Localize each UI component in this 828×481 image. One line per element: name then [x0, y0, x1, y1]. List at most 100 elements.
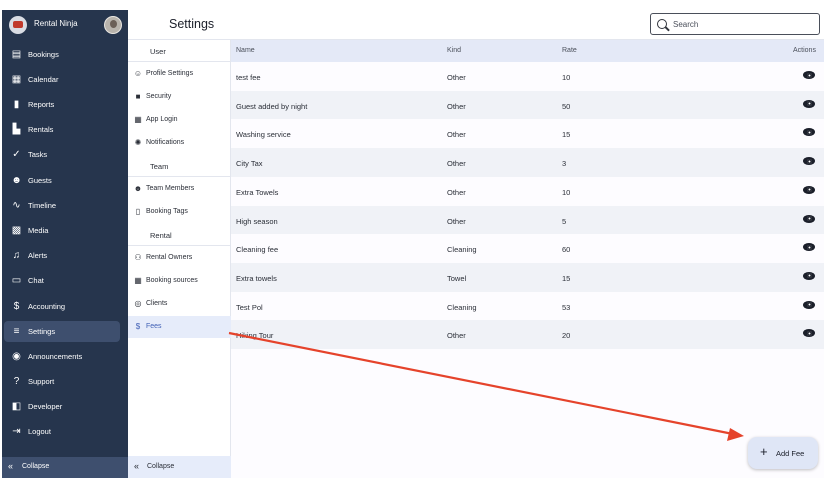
table-row[interactable]: Extra Towels Other 10	[231, 177, 824, 206]
sidebar-item-label: Accounting	[28, 302, 66, 311]
section-title-team: Team	[150, 162, 169, 171]
cell-name: High season	[236, 216, 278, 226]
sidebar-item-alerts[interactable]: ♫ Alerts	[4, 245, 120, 266]
submenu-item-label: Fees	[146, 323, 162, 330]
sidebar-item-logout[interactable]: ⇥ Logout	[4, 421, 120, 442]
sidebar-item-label: Announcements	[28, 352, 83, 361]
notifications-icon: ✺	[134, 138, 142, 147]
column-header-kind[interactable]: Kind	[447, 47, 461, 54]
submenu-item-label: Booking Tags	[146, 208, 188, 215]
submenu-item-clients[interactable]: ◎ Clients	[128, 293, 231, 315]
submenu-item-profile-settings[interactable]: ☺ Profile Settings	[128, 63, 231, 85]
submenu-collapse-label: Collapse	[147, 463, 175, 470]
settings-icon: ≡	[13, 326, 20, 337]
eye-icon[interactable]	[803, 243, 815, 252]
media-icon: ▩	[11, 225, 22, 236]
cell-rate: 20	[562, 331, 571, 341]
sidebar-item-accounting[interactable]: $ Accounting	[4, 296, 120, 317]
cell-kind: Other	[447, 130, 466, 140]
table-row[interactable]: Guest added by night Other 50	[231, 90, 824, 120]
add-fee-button[interactable]: + Add Fee	[748, 437, 818, 469]
table-header: Name Kind Rate Actions	[231, 40, 824, 62]
eye-icon[interactable]	[803, 128, 815, 137]
sidebar-item-label: Alerts	[28, 251, 48, 260]
table-row[interactable]: Cleaning fee Cleaning 60	[231, 234, 824, 263]
table-row[interactable]: Extra towels Towel 15	[231, 262, 824, 292]
reports-icon: ▮	[13, 99, 20, 110]
table-row[interactable]: Washing service Other 15	[231, 119, 824, 148]
table-row[interactable]: Hiking Tour Other 20	[231, 320, 824, 349]
sidebar-item-label: Logout	[28, 427, 51, 436]
column-header-name[interactable]: Name	[236, 47, 255, 54]
sidebar-item-bookings[interactable]: ▤ Bookings	[4, 44, 120, 65]
sidebar-item-timeline[interactable]: ∿ Timeline	[4, 195, 120, 216]
fees-table: Name Kind Rate Actions test fee Other 10 Gu…	[231, 40, 824, 478]
eye-icon[interactable]	[803, 300, 815, 309]
table-row[interactable]: City Tax Other 3	[231, 148, 824, 177]
sidebar-item-chat[interactable]: ▭ Chat	[4, 270, 120, 291]
eye-icon[interactable]	[803, 329, 815, 338]
alerts-icon: ♫	[12, 250, 21, 261]
search-input[interactable]	[673, 17, 813, 31]
sidebar-item-label: Guests	[28, 176, 52, 185]
eye-icon[interactable]	[803, 185, 815, 194]
submenu-item-rental-owners[interactable]: ⚇ Rental Owners	[128, 247, 231, 269]
table-row[interactable]: test fee Other 10	[231, 62, 824, 91]
submenu-item-security[interactable]: ■ Security	[128, 86, 231, 108]
sidebar-item-label: Rentals	[28, 125, 54, 134]
main-sidebar: Rental Ninja ▤ Bookings ▦ Calendar ▮ Reports ▙…	[2, 10, 128, 478]
table-row[interactable]: Test Pol Cleaning 53	[231, 292, 824, 321]
cell-rate: 15	[562, 273, 571, 283]
cell-name: Washing service	[236, 130, 291, 140]
search-icon	[657, 19, 667, 29]
eye-icon[interactable]	[803, 157, 815, 166]
developer-icon: ◧	[11, 401, 22, 412]
eye-icon[interactable]	[803, 271, 815, 280]
chevrons-left-icon: «	[134, 461, 140, 471]
sidebar-item-rentals[interactable]: ▙ Rentals	[4, 119, 120, 140]
eye-icon[interactable]	[803, 214, 815, 223]
add-fee-label: Add Fee	[776, 449, 805, 458]
cell-kind: Other	[447, 159, 466, 169]
submenu-item-booking-tags[interactable]: ▯ Booking Tags	[128, 201, 231, 223]
bookings-icon: ▤	[11, 49, 22, 60]
eye-icon[interactable]	[803, 99, 815, 108]
eye-icon[interactable]	[803, 71, 815, 79]
sidebar-item-guests[interactable]: ☻ Guests	[4, 170, 120, 191]
sidebar-item-reports[interactable]: ▮ Reports	[4, 94, 120, 115]
search-box[interactable]	[650, 13, 820, 35]
column-header-rate[interactable]: Rate	[562, 47, 577, 54]
tasks-icon: ✓	[12, 149, 21, 160]
submenu-item-booking-sources[interactable]: ▦ Booking sources	[128, 270, 231, 292]
submenu-item-label: Notifications	[146, 139, 185, 146]
sidebar-item-settings[interactable]: ≡ Settings	[4, 321, 120, 342]
submenu-collapse-button[interactable]: « Collapse	[128, 456, 231, 478]
submenu-item-app-login[interactable]: ▦ App Login	[128, 109, 231, 131]
sidebar-item-media[interactable]: ▩ Media	[4, 220, 120, 241]
sidebar-item-announcements[interactable]: ◉ Announcements	[4, 346, 120, 367]
table-row[interactable]: High season Other 5	[231, 205, 824, 235]
dollar-icon: $	[135, 322, 141, 331]
submenu-item-team-members[interactable]: ☻ Team Members	[128, 178, 231, 200]
sidebar-item-calendar[interactable]: ▦ Calendar	[4, 69, 120, 90]
section-header-rental: Rental	[128, 224, 231, 246]
sidebar-item-label: Reports	[28, 100, 55, 109]
sidebar-item-support[interactable]: ? Support	[4, 371, 120, 392]
cell-rate: 50	[562, 101, 571, 111]
submenu-item-label: Rental Owners	[146, 254, 193, 261]
sidebar-item-tasks[interactable]: ✓ Tasks	[4, 144, 120, 165]
submenu-item-label: App Login	[146, 116, 178, 123]
submenu-item-notifications[interactable]: ✺ Notifications	[128, 132, 231, 154]
brand-name: Rental Ninja	[34, 19, 78, 28]
sidebar-collapse-button[interactable]: « Collapse	[2, 457, 128, 478]
rental-owners-icon: ⚇	[134, 253, 142, 262]
avatar[interactable]	[104, 16, 122, 34]
submenu-item-label: Clients	[146, 300, 168, 307]
plus-icon: +	[760, 444, 768, 459]
submenu-item-label: Security	[146, 93, 172, 100]
booking-tags-icon: ▯	[135, 207, 141, 216]
cell-name: City Tax	[236, 159, 263, 169]
settings-submenu: User Team Rental ☺ Profile Settings ■ Secur…	[128, 40, 231, 478]
sidebar-item-developer[interactable]: ◧ Developer	[4, 396, 120, 417]
submenu-item-fees[interactable]: $ Fees	[128, 316, 231, 338]
